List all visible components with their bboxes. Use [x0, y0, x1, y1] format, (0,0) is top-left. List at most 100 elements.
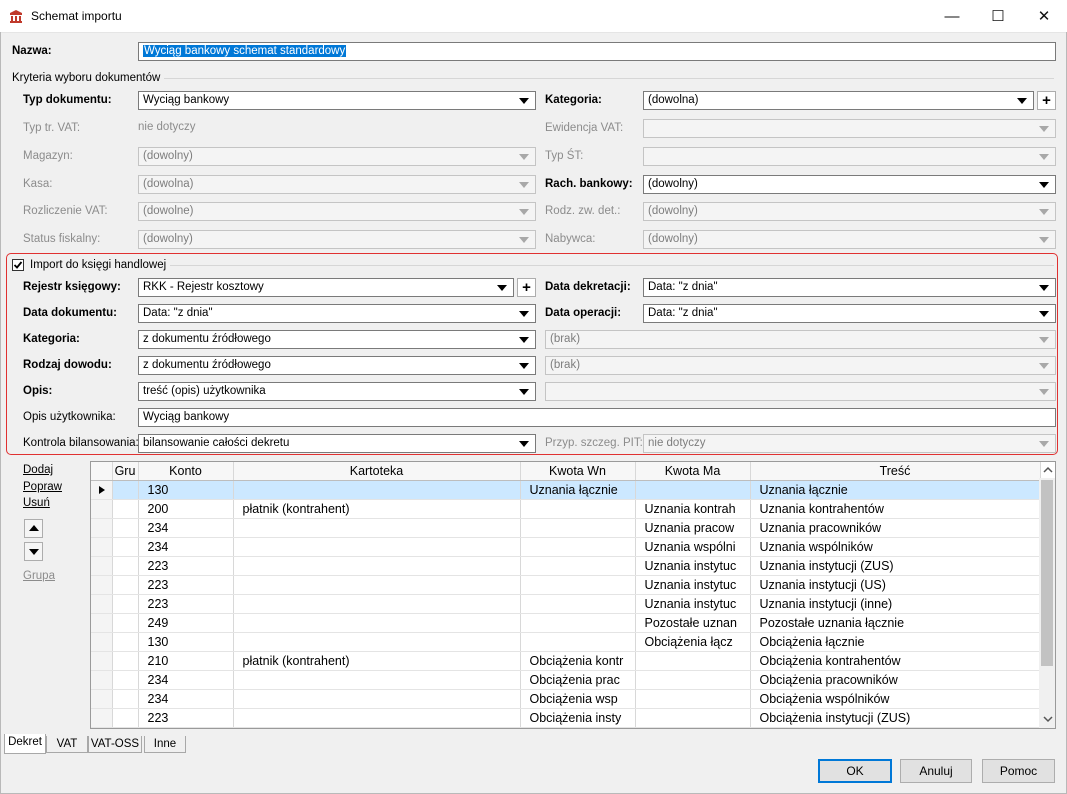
import-left-data-dokumentu-combo[interactable]: Data: "z dnia"	[138, 304, 536, 323]
import-divider	[170, 265, 1054, 266]
criteria-right-kategoria-combo[interactable]: (dowolna)	[643, 91, 1034, 110]
table-row[interactable]: 234 Uznania pracow Uznania pracowników	[91, 518, 1041, 538]
import-left-rejestr-księgowy-combo[interactable]: RKK - Rejestr kosztowy	[138, 278, 514, 297]
import-left-opis-combo[interactable]: treść (opis) użytkownika	[138, 382, 536, 401]
criteria-left-rozliczenie-vat-combo[interactable]: (dowolne)	[138, 202, 536, 221]
table-row[interactable]: 234 Uznania wspólni Uznania wspólników	[91, 537, 1041, 557]
tab-vat-oss[interactable]: VAT-OSS	[88, 736, 142, 753]
table-cell: Pozostałe uznan	[635, 613, 751, 633]
row-indicator	[91, 480, 113, 500]
import-right-field-combo[interactable]: (brak)	[545, 356, 1056, 375]
cancel-button[interactable]: Anuluj	[900, 759, 972, 783]
pit-combo[interactable]: nie dotyczy	[643, 434, 1056, 453]
scroll-down-button[interactable]	[1041, 712, 1055, 726]
group-link[interactable]: Grupa	[23, 570, 55, 582]
criteria-left-magazyn-combo[interactable]: (dowolny)	[138, 147, 536, 166]
criteria-right-ewidencja-vat-combo[interactable]	[643, 119, 1056, 138]
entries-grid[interactable]: Gru Konto Kartoteka Kwota Wn Kwota Ma Treść 1…	[90, 461, 1056, 729]
criteria-right-rach-bankowy-value: (dowolny)	[648, 178, 698, 190]
column-header-treść[interactable]: Treść	[750, 462, 1041, 481]
table-cell	[112, 499, 139, 519]
row-indicator	[91, 537, 113, 557]
table-cell: Obciążenia instytucji (US)	[750, 727, 1041, 728]
scroll-up-button[interactable]	[1041, 463, 1055, 477]
table-row[interactable]: 234 Obciążenia prac Obciążenia pracowników	[91, 670, 1041, 690]
chevron-down-icon	[497, 285, 507, 291]
add-icon[interactable]: +	[1037, 91, 1056, 110]
table-cell	[520, 499, 636, 519]
table-row[interactable]: 130 Obciążenia łącz Obciążenia łącznie	[91, 632, 1041, 652]
tab-inne[interactable]: Inne	[144, 736, 186, 753]
criteria-right-kategoria-value: (dowolna)	[648, 94, 699, 106]
import-right-field-combo[interactable]: (brak)	[545, 330, 1056, 349]
import-left-kategoria-combo[interactable]: z dokumentu źródłowego	[138, 330, 536, 349]
close-button[interactable]: ✕	[1021, 0, 1067, 32]
table-row[interactable]: 249 Pozostałe uznan Pozostałe uznania łącz…	[91, 613, 1041, 633]
column-header-kwota-wn[interactable]: Kwota Wn	[520, 462, 636, 481]
table-cell: Uznania pracowników	[750, 518, 1041, 538]
add-icon[interactable]: +	[517, 278, 536, 297]
move-up-button[interactable]	[24, 519, 43, 538]
criteria-left-kasa-combo[interactable]: (dowolna)	[138, 175, 536, 194]
import-left-rodzaj-dowodu-label: Rodzaj dowodu:	[23, 359, 112, 371]
table-cell: Uznania kontrahentów	[750, 499, 1041, 519]
table-row[interactable]: 223 Uznania instytuc Uznania instytucji (U…	[91, 575, 1041, 595]
import-right-field-combo[interactable]	[545, 382, 1056, 401]
table-cell: 200	[138, 499, 234, 519]
column-header-kartoteka[interactable]: Kartoteka	[233, 462, 521, 481]
table-row[interactable]: 223 Uznania instytuc Uznania instytucji (i…	[91, 594, 1041, 614]
help-button[interactable]: Pomoc	[982, 759, 1055, 783]
scrollbar-thumb[interactable]	[1041, 480, 1053, 666]
column-header-kwota-ma[interactable]: Kwota Ma	[635, 462, 751, 481]
table-cell	[233, 556, 521, 576]
pit-value: nie dotyczy	[648, 437, 706, 449]
table-row[interactable]: 223 Uznania instytuc Uznania instytucji (Z…	[91, 556, 1041, 576]
table-cell	[233, 537, 521, 557]
table-row[interactable]: 130 Uznania łącznie Uznania łącznie	[91, 480, 1041, 500]
chevron-down-icon	[1039, 389, 1049, 395]
import-left-rodzaj-dowodu-combo[interactable]: z dokumentu źródłowego	[138, 356, 536, 375]
criteria-right-rach-bankowy-combo[interactable]: (dowolny)	[643, 175, 1056, 194]
table-cell: Uznania instytuc	[635, 575, 751, 595]
user-desc-input[interactable]: Wyciąg bankowy	[138, 408, 1056, 427]
import-right-data-operacji-combo[interactable]: Data: "z dnia"	[643, 304, 1056, 323]
ok-button[interactable]: OK	[818, 759, 892, 783]
row-indicator	[91, 632, 113, 652]
tab-vat[interactable]: VAT	[46, 736, 88, 753]
column-header-gru[interactable]: Gru	[112, 462, 139, 481]
criteria-left-status-fiskalny-combo[interactable]: (dowolny)	[138, 230, 536, 249]
table-cell	[233, 670, 521, 690]
column-header-konto[interactable]: Konto	[138, 462, 234, 481]
criteria-left-typ-dokumentu-combo[interactable]: Wyciąg bankowy	[138, 91, 536, 110]
chevron-down-icon	[1039, 237, 1049, 243]
balance-combo[interactable]: bilansowanie całości dekretu	[138, 434, 536, 453]
criteria-left-status-fiskalny-value: (dowolny)	[143, 233, 193, 245]
table-cell: 223	[138, 594, 234, 614]
move-down-button[interactable]	[24, 542, 43, 561]
table-row[interactable]: 234 Obciążenia wsp Obciążenia wspólników	[91, 689, 1041, 709]
criteria-right-kategoria-label: Kategoria:	[545, 94, 602, 106]
criteria-right-rodz-zw-det-combo[interactable]: (dowolny)	[643, 202, 1056, 221]
criteria-right-nabywca-combo[interactable]: (dowolny)	[643, 230, 1056, 249]
name-value: Wyciąg bankowy schemat standardowy	[143, 45, 347, 57]
column-header-field[interactable]	[91, 462, 113, 481]
maximize-button[interactable]: ☐	[975, 0, 1021, 32]
minimize-button[interactable]: —	[929, 0, 975, 32]
table-row[interactable]: 210 płatnik (kontrahent) Obciążenia kontr O…	[91, 651, 1041, 671]
edit-link[interactable]: Popraw	[23, 481, 62, 493]
criteria-right-typ-śt-combo[interactable]	[643, 147, 1056, 166]
tab-dekret[interactable]: Dekret	[4, 734, 46, 754]
import-left-rodzaj-dowodu-value: z dokumentu źródłowego	[143, 359, 271, 371]
table-row[interactable]: 223 Obciążenia instv Obciążenia instytucji…	[91, 727, 1041, 728]
table-row[interactable]: 200 płatnik (kontrahent) Uznania kontrah Uz…	[91, 499, 1041, 519]
import-checkbox[interactable]	[12, 259, 24, 271]
table-cell	[233, 575, 521, 595]
table-cell: Obciążenia insty	[520, 708, 636, 728]
table-cell: Obciążenia łącz	[635, 632, 751, 652]
table-row[interactable]: 223 Obciążenia insty Obciążenia instytucji…	[91, 708, 1041, 728]
add-link[interactable]: Dodaj	[23, 464, 53, 476]
import-right-data-dekretacji-combo[interactable]: Data: "z dnia"	[643, 278, 1056, 297]
grid-vertical-scrollbar[interactable]	[1039, 478, 1055, 728]
delete-link[interactable]: Usuń	[23, 497, 50, 509]
name-input[interactable]: Wyciąg bankowy schemat standardowy	[138, 42, 1056, 61]
